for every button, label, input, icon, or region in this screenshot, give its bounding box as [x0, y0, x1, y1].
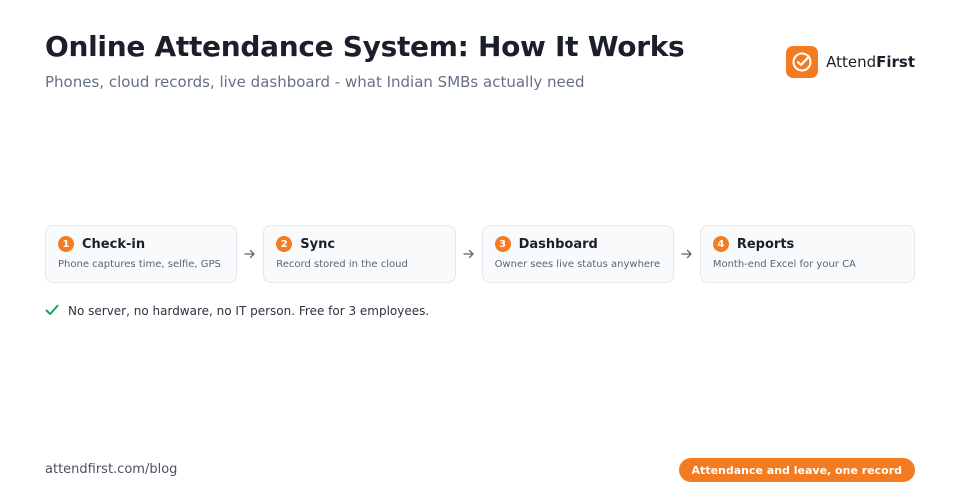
step-title: Check-in: [82, 236, 146, 252]
step-description: Owner sees live status anywhere: [494, 259, 661, 270]
step-card-check-in: 1 Check-in Phone captures time, selfie, …: [45, 225, 238, 283]
step-description: Record stored in the cloud: [276, 259, 408, 270]
process-steps: 1 Check-in Phone captures time, selfie, …: [45, 225, 916, 283]
step-card-sync: 2 Sync Record stored in the cloud: [263, 225, 456, 283]
step-title: Dashboard: [518, 236, 598, 252]
check-icon: [45, 301, 59, 320]
step-number-badge: 3: [494, 236, 511, 252]
step-number-badge: 1: [58, 236, 74, 252]
page-title: Online Attendance System: How It Works: [45, 30, 685, 63]
step-title: Sync: [300, 236, 336, 252]
brand-name: AttendFirst: [826, 53, 915, 71]
page-subtitle: Phones, cloud records, live dashboard - …: [45, 73, 585, 91]
step-card-dashboard: 3 Dashboard Owner sees live status anywh…: [481, 225, 674, 283]
benefit-note-text: No server, no hardware, no IT person. Fr…: [68, 303, 430, 318]
arrow-right-icon: [237, 249, 263, 259]
cta-button[interactable]: Attendance and leave, one record: [678, 458, 915, 482]
step-card-reports: 4 Reports Month-end Excel for your CA: [699, 225, 916, 283]
step-title: Reports: [736, 236, 795, 252]
arrow-right-icon: [674, 249, 700, 259]
benefit-note: No server, no hardware, no IT person. Fr…: [45, 301, 429, 320]
check-circle-icon: [786, 46, 819, 78]
step-number-badge: 2: [276, 236, 293, 252]
blog-link[interactable]: attendfirst.com/blog: [45, 462, 177, 477]
arrow-right-icon: [456, 249, 482, 259]
step-description: Month-end Excel for your CA: [712, 259, 856, 270]
brand-logo-lockup[interactable]: AttendFirst: [786, 46, 915, 78]
step-description: Phone captures time, selfie, GPS: [58, 259, 221, 270]
step-number-badge: 4: [712, 236, 729, 252]
